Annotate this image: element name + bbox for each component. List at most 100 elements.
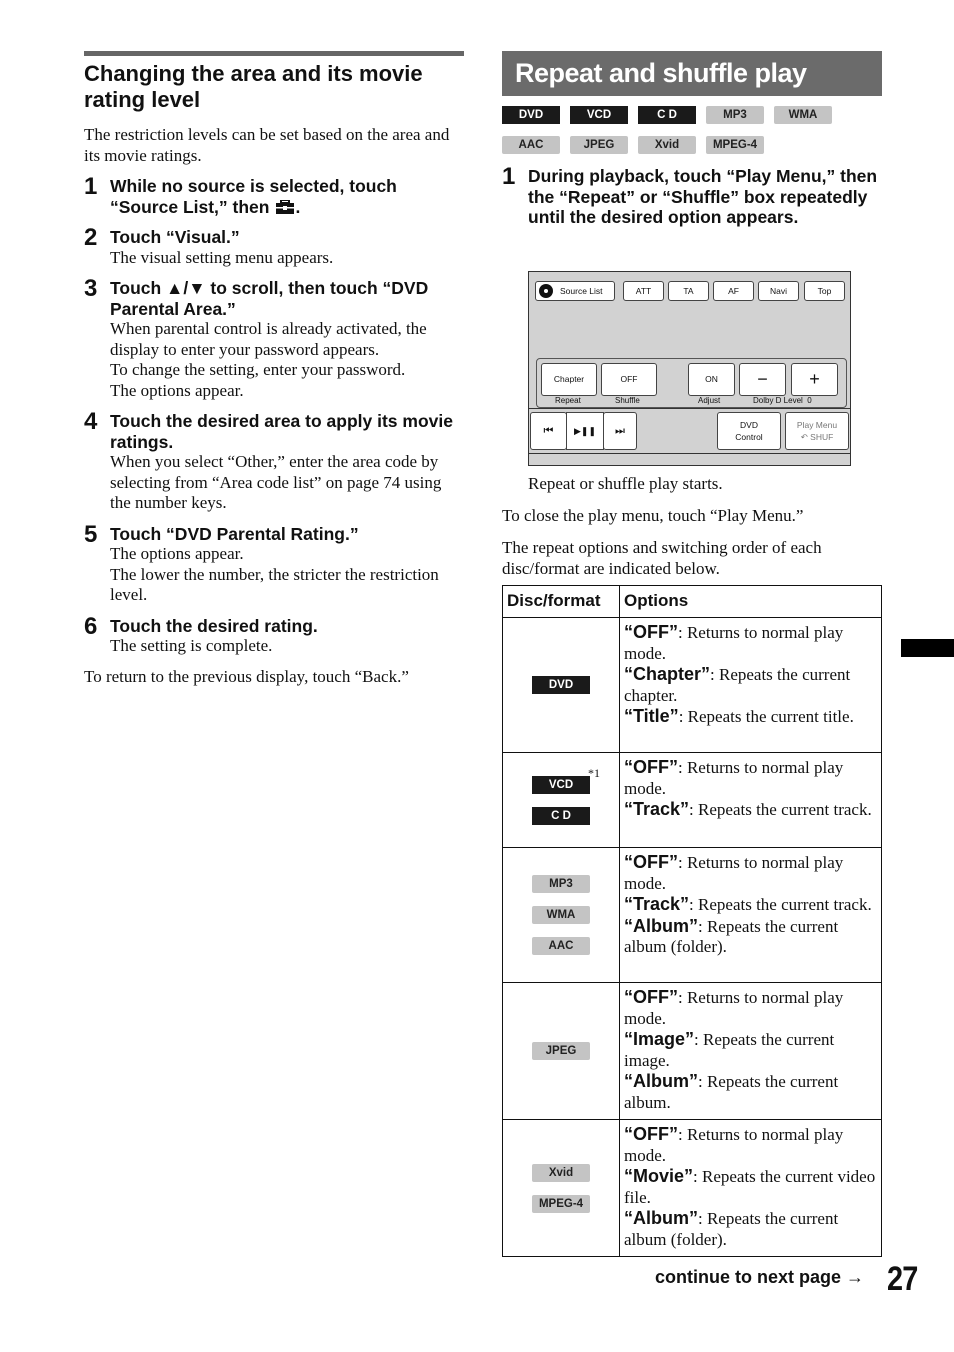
format-cell: Xvid MPEG-4 <box>502 1119 620 1257</box>
option-entry: “Track”: Repeats the current track. <box>624 894 877 916</box>
option-entry: “Movie”: Repeats the current video file. <box>624 1166 877 1208</box>
continue-note: continue to next page → <box>655 1267 865 1287</box>
option-entry: “OFF”: Returns to normal play mode. <box>624 852 877 894</box>
option-entry: “OFF”: Returns to normal play mode. <box>624 622 877 664</box>
af-button[interactable]: AF <box>713 281 754 301</box>
next-track-icon: ⏭ <box>615 425 625 437</box>
order-note: The repeat options and switching order o… <box>502 538 822 578</box>
att-button[interactable]: ATT <box>623 281 664 301</box>
format-badge-mp3: MP3 <box>706 106 764 124</box>
repeat-button[interactable]: Chapter <box>541 363 597 396</box>
dolby-minus-button[interactable]: − <box>739 363 786 396</box>
option-key: “Image” <box>624 1029 695 1049</box>
format-cell: DVD <box>502 617 620 753</box>
options-cell: “OFF”: Returns to normal play mode. “Chap… <box>619 617 882 753</box>
step-title-text: Touch the desired rating. <box>110 615 318 636</box>
step-title: Touch the desired area to apply its movi… <box>110 411 464 452</box>
previous-button[interactable]: ⏮ <box>530 412 567 450</box>
toolbox-icon <box>275 198 295 214</box>
step-2: 2 Touch “Visual.” The visual setting menu … <box>84 224 464 268</box>
shuffle-button[interactable]: OFF <box>601 363 657 396</box>
option-description: : Repeats the current title. <box>678 707 854 726</box>
step-title-text: Touch “DVD Parental Rating.” <box>110 523 359 544</box>
option-key: “OFF” <box>624 987 678 1007</box>
step-title-text: Touch the desired area to apply its movi… <box>110 411 453 452</box>
step-body-text: The setting is complete. <box>110 636 273 655</box>
step-number: 1 <box>502 163 516 190</box>
step-title: Touch ▲/▼ to scroll, then touch “DVD Par… <box>110 278 464 319</box>
return-note: To return to the previous display, touch… <box>84 666 409 686</box>
close-menu-note: To close the play menu, touch “Play Menu… <box>502 506 804 525</box>
dvd-control-label-1: DVD <box>740 420 758 430</box>
option-entry: “Album”: Repeats the current album. <box>624 1071 877 1113</box>
step-5: 5 Touch “DVD Parental Rating.” The options… <box>84 521 464 606</box>
top-button[interactable]: Top <box>804 281 845 301</box>
format-cell: JPEG <box>502 982 620 1120</box>
format-badge-jpeg: JPEG <box>570 136 628 154</box>
option-key: “Chapter” <box>624 664 711 684</box>
format-cell: VCD C D *1 <box>502 752 620 848</box>
option-description: : Repeats the current track. <box>689 800 872 819</box>
section-banner: Repeat and shuffle play <box>502 51 882 96</box>
format-badge-dvd: DVD <box>502 106 560 124</box>
option-key: “Movie” <box>624 1166 694 1186</box>
source-list-button[interactable]: Source List <box>535 281 615 301</box>
option-entry: “Album”: Repeats the current album (fold… <box>624 1208 877 1250</box>
adjust-label: Adjust <box>698 396 721 405</box>
play-pause-button[interactable]: ▶❚❚ <box>566 412 604 450</box>
options-cell: “OFF”: Returns to normal play mode. “Movi… <box>619 1119 882 1257</box>
navi-button[interactable]: Navi <box>758 281 799 301</box>
option-key: “Album” <box>624 915 698 936</box>
step-number: 1 <box>84 173 98 200</box>
step-title-end: . <box>295 196 301 217</box>
option-key: “Track” <box>624 799 690 819</box>
format-badge-mp3: MP3 <box>532 875 590 893</box>
option-entry: “OFF”: Returns to normal play mode. <box>624 987 877 1029</box>
step-number: 4 <box>84 408 98 435</box>
format-badge-vcd: VCD <box>570 106 628 124</box>
right-column: Repeat and shuffle play DVD VCD C D MP3 WMA A… <box>502 51 882 228</box>
play-menu-button[interactable]: Play Menu ↶ SHUF <box>785 412 849 450</box>
step-6: 6 Touch the desired rating. The setting is… <box>84 612 464 657</box>
option-entry: “Title”: Repeats the current title. <box>624 706 877 728</box>
step-title: During playback, touch “Play Menu,” then… <box>528 166 878 227</box>
table-row: JPEG “OFF”: Returns to normal play mode. “… <box>502 982 882 1120</box>
ta-button[interactable]: TA <box>668 281 709 301</box>
page-number: 27 <box>887 1260 918 1298</box>
format-badge-xvid: Xvid <box>638 136 696 154</box>
steps-list: 1 While no source is selected, touch “Sou… <box>84 173 464 657</box>
format-badge-dvd: DVD <box>532 676 590 694</box>
step-1: 1 During playback, touch “Play Menu,” th… <box>502 163 882 228</box>
previous-track-icon: ⏮ <box>543 425 554 437</box>
table-row: VCD C D *1 “OFF”: Returns to normal play mo… <box>502 752 882 848</box>
option-key: “OFF” <box>624 852 678 872</box>
shuffle-label: Shuffle <box>615 396 640 405</box>
next-button[interactable]: ⏭ <box>603 412 637 450</box>
option-entry: “Chapter”: Repeats the current chapter. <box>624 664 877 706</box>
options-cell: “OFF”: Returns to normal play mode. “Trac… <box>619 847 882 983</box>
repeat-options-table: Disc/format Options DVD “OFF”: Returns to… <box>502 585 882 1257</box>
step-number: 6 <box>84 612 98 640</box>
option-description: : Repeats the current track. <box>689 895 872 914</box>
table-row: DVD “OFF”: Returns to normal play mode. “C… <box>502 617 882 753</box>
step-body-text: When parental control is already activat… <box>110 319 427 359</box>
table-header-row: Disc/format Options <box>502 585 882 618</box>
disc-icon <box>539 284 553 298</box>
step-body-text: The lower the number, the stricter the r… <box>110 564 439 605</box>
format-badge-wma: WMA <box>774 106 832 124</box>
adjust-button[interactable]: ON <box>688 363 735 396</box>
dolby-plus-button[interactable]: + <box>791 363 838 396</box>
format-badge-aac: AAC <box>502 136 560 154</box>
step-title: Touch the desired rating. <box>110 616 464 637</box>
option-entry: “Image”: Repeats the current image. <box>624 1029 877 1071</box>
step-title-text: Touch ▲/▼ to scroll, then touch “DVD Par… <box>110 278 429 319</box>
option-entry: “OFF”: Returns to normal play mode. <box>624 1124 877 1166</box>
option-key: “Title” <box>624 706 679 726</box>
source-list-label: Source List <box>560 286 603 296</box>
dvd-control-button[interactable]: DVD Control <box>717 412 781 450</box>
footnote-marker: *1 <box>588 765 600 780</box>
format-cell: MP3 WMA AAC <box>502 847 620 983</box>
option-entry: “OFF”: Returns to normal play mode. <box>624 757 877 799</box>
step-3: 3 Touch ▲/▼ to scroll, then touch “DVD Pa… <box>84 275 464 401</box>
option-entry: “Track”: Repeats the current track. <box>624 799 877 821</box>
